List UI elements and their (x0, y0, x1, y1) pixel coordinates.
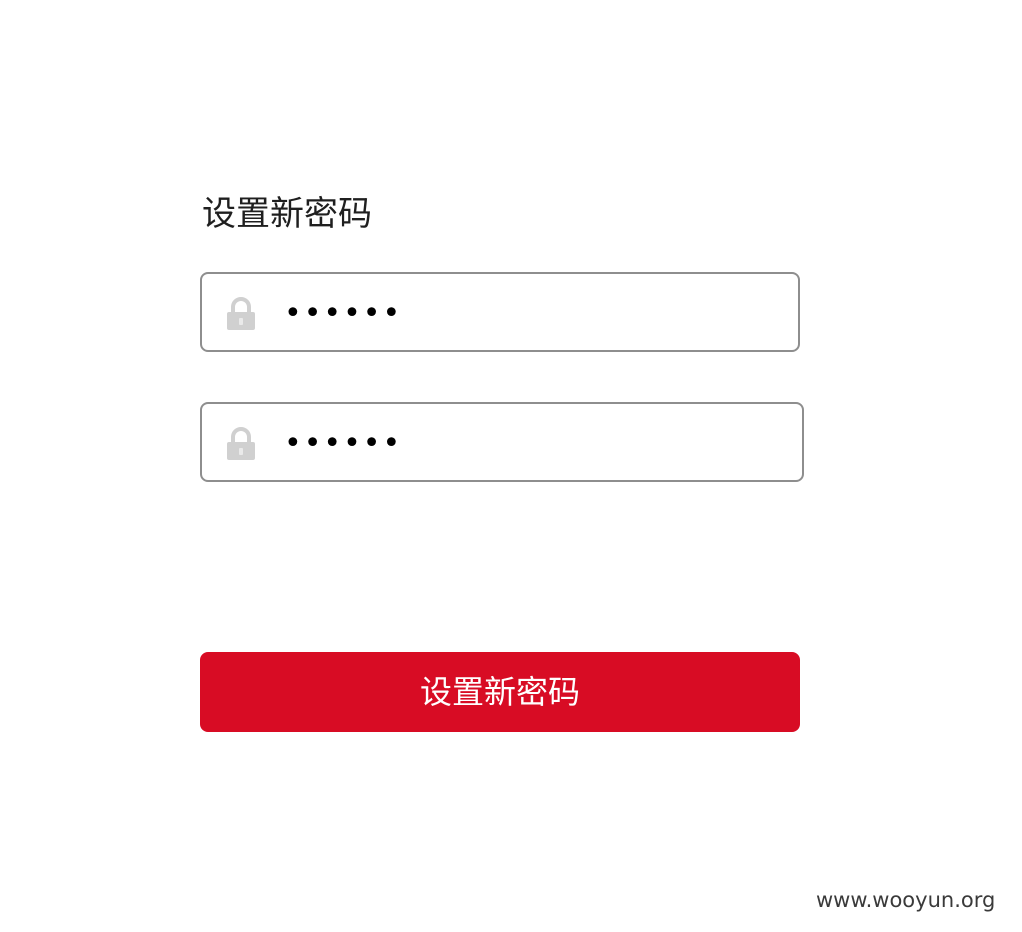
lock-icon (224, 426, 258, 462)
confirm-password-input[interactable] (284, 404, 784, 482)
confirm-password-field[interactable] (200, 402, 804, 482)
set-password-button[interactable]: 设置新密码 (200, 652, 800, 732)
watermark: www.wooyun.org (816, 888, 996, 912)
lock-icon (224, 296, 258, 332)
new-password-input[interactable] (284, 274, 784, 352)
page-title: 设置新密码 (202, 194, 372, 234)
new-password-field[interactable] (200, 272, 800, 352)
